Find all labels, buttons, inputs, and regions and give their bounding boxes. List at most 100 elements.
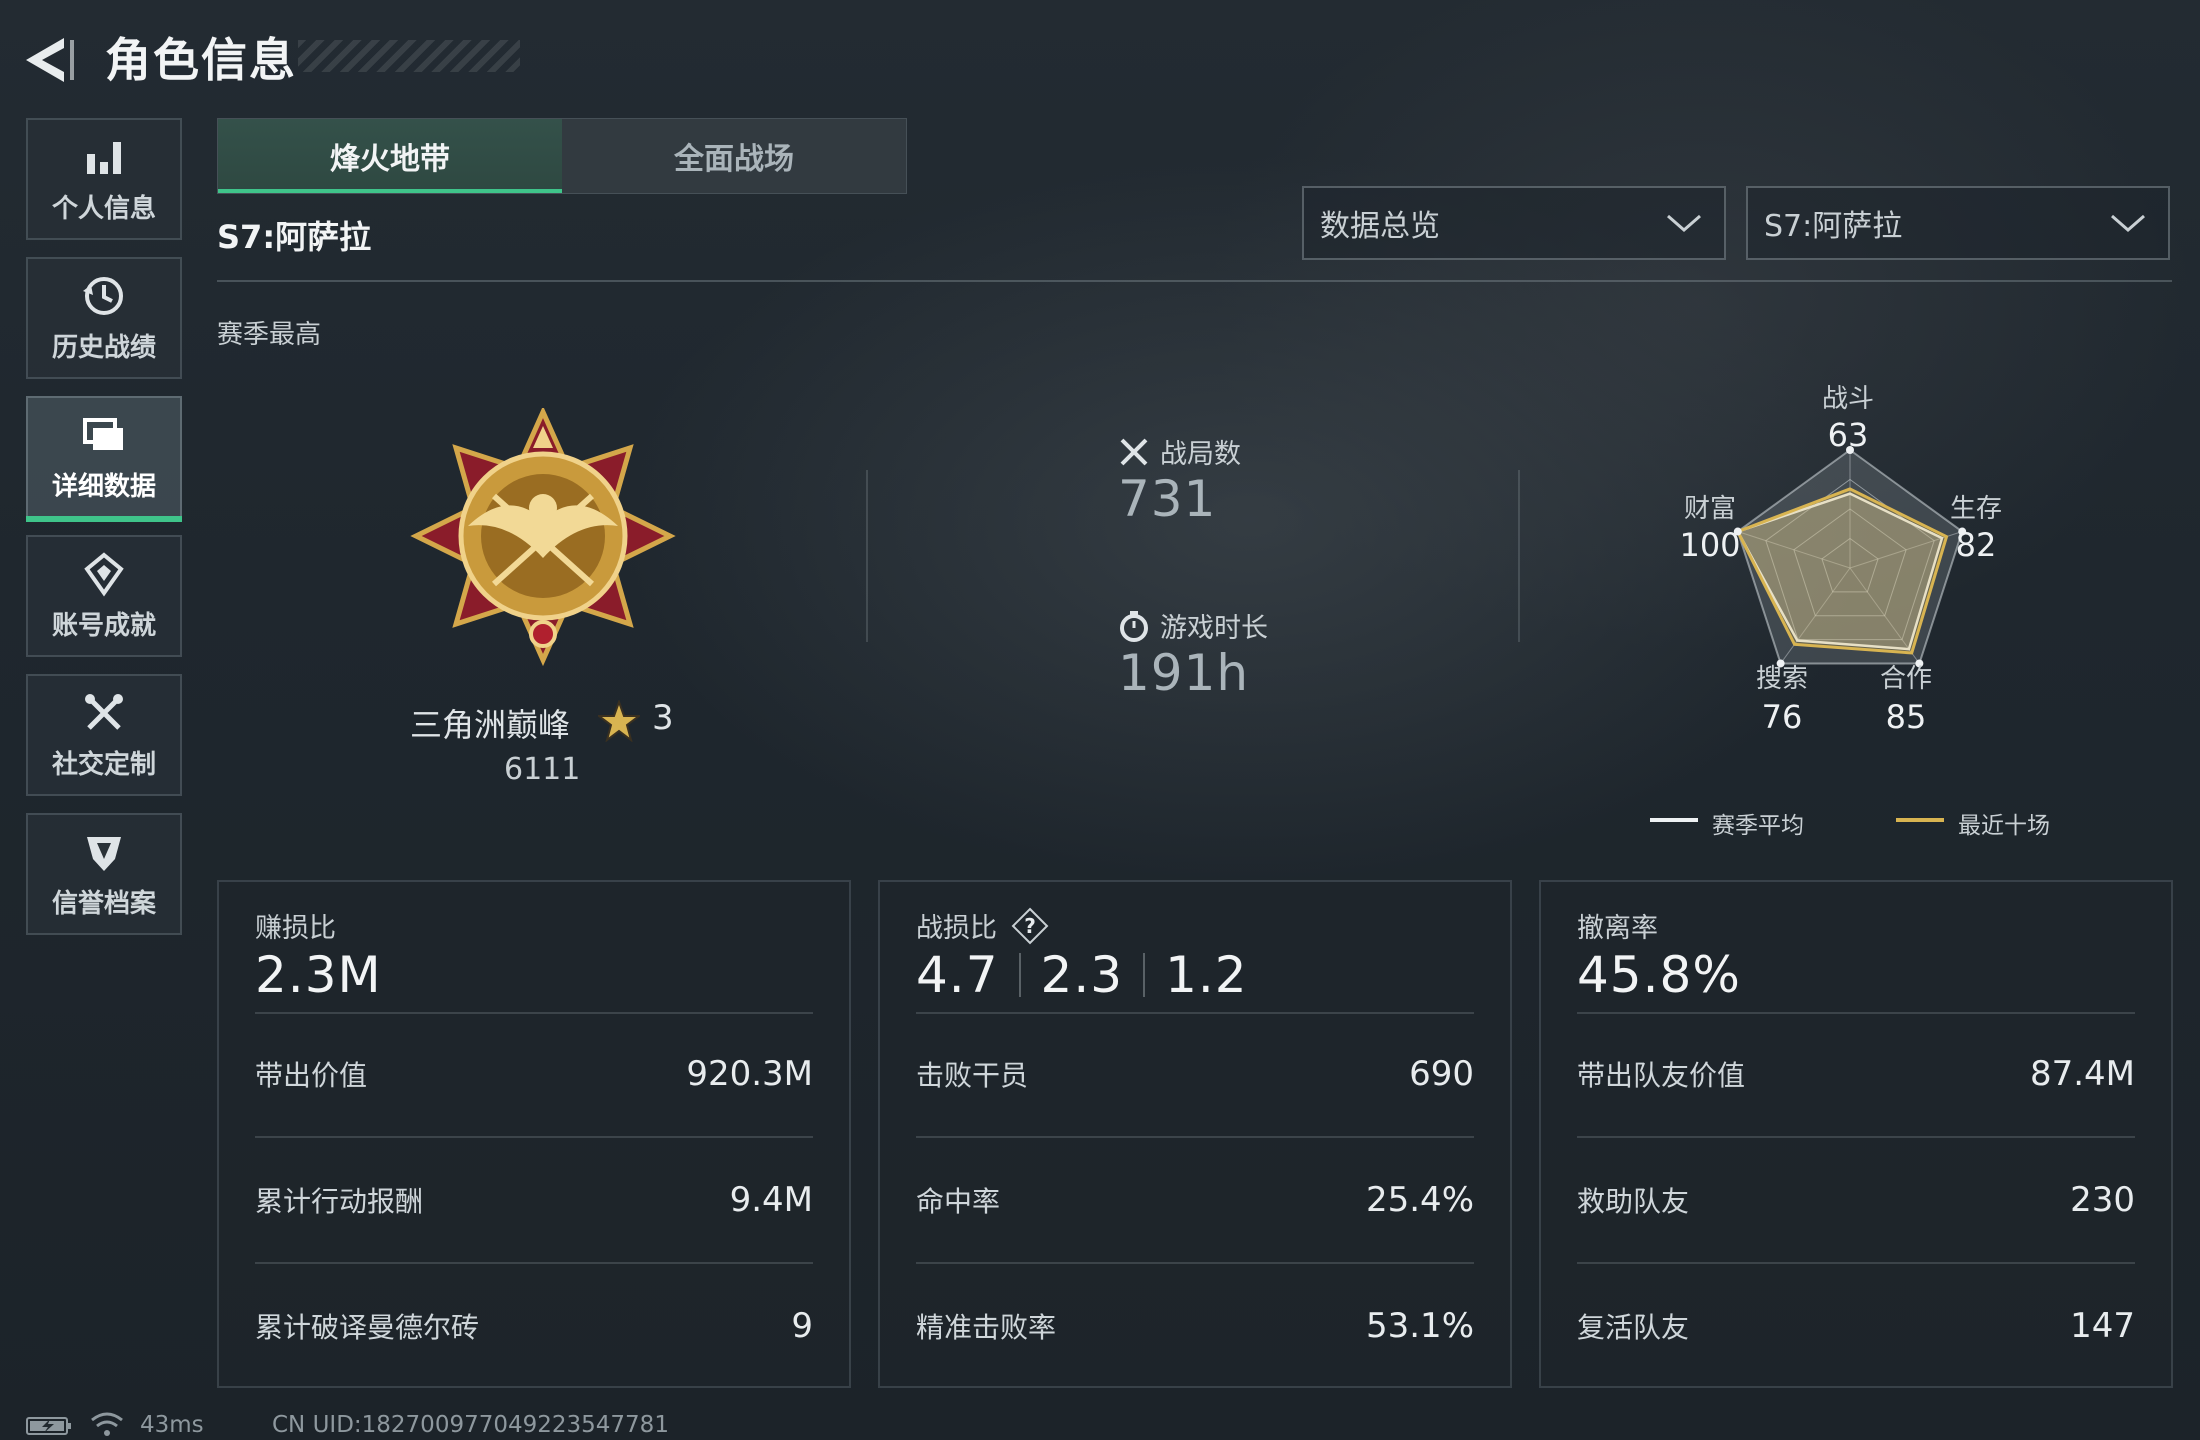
stopwatch-icon <box>1120 610 1148 642</box>
mode-tabs: 烽火地带 全面战场 <box>217 118 907 194</box>
panel-title-group: 战损比 ? <box>916 906 1049 945</box>
sidebar-item-label: 历史战绩 <box>51 332 156 363</box>
stat-value: 25.4% <box>1365 1180 1474 1220</box>
season-title: S7:阿萨拉 <box>217 218 372 256</box>
sidebar-item-label: 账号成就 <box>51 610 156 641</box>
stat-value: 53.1% <box>1365 1306 1474 1346</box>
help-icon[interactable]: ? <box>1011 907 1049 945</box>
radar-label-search: 搜索 <box>1755 664 1808 694</box>
sidebar-item-label: 社交定制 <box>51 749 156 780</box>
radar-value-survival: 82 <box>1955 526 1997 564</box>
divider <box>1018 953 1021 997</box>
legend-label-recent-ten: 最近十场 <box>1958 813 2050 839</box>
divider <box>217 280 2172 282</box>
page-title: 角色信息 <box>105 33 297 87</box>
stat-value: 9 <box>791 1306 813 1346</box>
playtime-label-group: 游戏时长 <box>1118 606 1268 645</box>
stat-label: 救助队友 <box>1577 1185 1690 1218</box>
divider <box>255 1262 813 1264</box>
radar-label-combat: 战斗 <box>1821 384 1874 414</box>
stat-label: 击败干员 <box>916 1059 1029 1092</box>
divider <box>1518 470 1520 642</box>
radar-label-wealth: 财富 <box>1683 494 1736 524</box>
header-decoration <box>298 40 520 72</box>
ping-readout: 43ms <box>140 1412 204 1438</box>
divider <box>1577 1262 2135 1264</box>
divider <box>866 470 868 642</box>
playtime-label: 游戏时长 <box>1160 613 1268 644</box>
tab-full-battlefield[interactable]: 全面战场 <box>562 119 906 193</box>
stat-row: 命中率 25.4% <box>916 1180 1474 1220</box>
data-overview-dropdown[interactable]: 数据总览 <box>1302 186 1726 260</box>
radar-label-survival: 生存 <box>1949 494 2002 524</box>
stat-value: 87.4M <box>2029 1054 2135 1094</box>
legend-swatch-season-average <box>1650 818 1698 822</box>
stat-row: 累计行动报酬 9.4M <box>255 1180 813 1220</box>
history-icon <box>83 276 123 315</box>
stat-row: 带出价值 920.3M <box>255 1054 813 1094</box>
back-arrow-icon[interactable] <box>20 30 80 90</box>
sidebar-item-label: 个人信息 <box>51 193 156 224</box>
matches-label: 战局数 <box>1160 439 1241 470</box>
sidebar-item-social-custom[interactable]: 社交定制 <box>26 674 182 796</box>
rank-name: 三角洲巅峰 <box>410 706 571 744</box>
tab-warfare-zone[interactable]: 烽火地带 <box>218 119 562 193</box>
radar-value-search: 76 <box>1761 698 1803 736</box>
stat-row: 精准击败率 53.1% <box>916 1306 1474 1346</box>
kd-stats-panel: 战损比 ? 4.7 2.3 1.2 击败干员 690 命中率 25.4% 精准击… <box>878 880 1512 1388</box>
stat-value: 9.4M <box>729 1180 813 1220</box>
stat-row: 击败干员 690 <box>916 1054 1474 1094</box>
matches-value: 731 <box>1118 470 1217 528</box>
shield-icon <box>87 836 121 871</box>
chevron-down-icon <box>1667 214 1701 232</box>
divider <box>1143 953 1146 997</box>
sidebar-item-history[interactable]: 历史战绩 <box>26 257 182 379</box>
season-dropdown[interactable]: S7:阿萨拉 <box>1746 186 2170 260</box>
sidebar-item-label: 详细数据 <box>51 471 156 502</box>
panel-title: 撤离率 <box>1577 913 1658 944</box>
kd-value-2: 2.3 <box>1040 946 1124 1004</box>
stacked-cards-icon <box>83 417 123 450</box>
divider <box>255 1136 813 1138</box>
divider <box>916 1012 1474 1014</box>
bar-chart-icon <box>87 141 121 174</box>
rank-star-count: 3 <box>652 698 674 738</box>
radar-label-cooperation: 合作 <box>1879 664 1932 694</box>
dropdown-value: 数据总览 <box>1320 209 1440 244</box>
panel-title: 战损比 <box>916 913 997 944</box>
panel-main-value: 2.3M <box>255 946 382 1004</box>
crossed-swords-icon <box>1120 438 1148 465</box>
panel-title: 赚损比 <box>255 913 336 944</box>
panel-main-value: 45.8% <box>1577 946 1741 1004</box>
legend-swatch-recent-ten <box>1896 818 1944 822</box>
stat-value: 147 <box>2070 1306 2135 1346</box>
user-uid: CN UID:18270097704922354778​1 <box>272 1412 669 1438</box>
matches-label-group: 战局数 <box>1118 432 1241 471</box>
radar-value-wealth: 100 <box>1679 526 1741 564</box>
svg-text:?: ? <box>1024 914 1036 938</box>
sidebar-item-detailed-data[interactable]: 详细数据 <box>26 396 182 522</box>
kd-values: 4.7 2.3 1.2 <box>916 946 1248 1004</box>
stat-label: 命中率 <box>916 1185 1001 1218</box>
stat-value: 690 <box>1409 1054 1474 1094</box>
sidebar-item-achievements[interactable]: 账号成就 <box>26 535 182 657</box>
sidebar-item-personal-info[interactable]: 个人信息 <box>26 118 182 240</box>
stat-value: 920.3M <box>686 1054 813 1094</box>
stat-label: 精准击败率 <box>916 1311 1057 1344</box>
battery-charging-icon <box>26 1417 71 1435</box>
stat-label: 累计破译曼德尔砖 <box>255 1311 480 1344</box>
dropdown-value: S7:阿萨拉 <box>1764 209 1903 244</box>
stat-label: 复活队友 <box>1577 1311 1690 1344</box>
stat-row: 救助队友 230 <box>1577 1180 2135 1220</box>
sidebar-item-label: 信誉档案 <box>51 888 156 919</box>
divider <box>1577 1136 2135 1138</box>
stat-row: 带出队友价值 87.4M <box>1577 1054 2135 1094</box>
wifi-icon <box>91 1412 123 1436</box>
stat-value: 230 <box>2070 1180 2135 1220</box>
stat-row: 累计破译曼德尔砖 9 <box>255 1306 813 1346</box>
divider <box>916 1136 1474 1138</box>
radar-value-cooperation: 85 <box>1885 698 1927 736</box>
sidebar-item-credit-record[interactable]: 信誉档案 <box>26 813 182 935</box>
playtime-value: 191h <box>1118 644 1250 702</box>
season-best-label: 赛季最高 <box>217 320 322 350</box>
